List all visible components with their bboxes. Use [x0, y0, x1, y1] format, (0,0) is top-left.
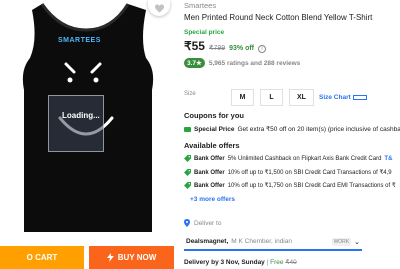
special-price-label: Special price [184, 29, 225, 36]
product-image-panel: SMARTEES Loading... [0, 0, 174, 242]
add-to-cart-label: O CART [26, 253, 58, 262]
deliver-to-row: Deliver to [184, 219, 221, 227]
coupons-heading: Coupons for you [184, 111, 244, 120]
deliver-to-label: Deliver to [194, 219, 222, 227]
brand-name[interactable]: Smartees [184, 1, 216, 10]
coupon-text: Get extra ₹50 off on 20 item(s) (price i… [237, 126, 400, 133]
discount: 93% off [229, 45, 255, 52]
size-option-l[interactable]: L [260, 89, 283, 106]
rating-count: 5,965 ratings and 288 reviews [208, 59, 301, 67]
offer-terms-link[interactable]: T& [384, 156, 392, 162]
coupon-tag-icon [184, 126, 191, 132]
location-pin-icon [184, 219, 190, 227]
size-option-m[interactable]: M [231, 89, 254, 106]
delivery-free: Free [270, 259, 284, 266]
offer-text: 10% off up to ₹1,750 on SBI Credit Card … [227, 183, 396, 189]
size-option-xl[interactable]: XL [289, 89, 314, 106]
ruler-icon [352, 95, 367, 100]
buy-now-button[interactable]: BUY NOW [89, 246, 174, 269]
info-icon[interactable]: i [258, 45, 267, 53]
coupon-title: Special Price [194, 125, 235, 133]
offer-row: Bank Offer 5% Unlimited Cashback on Flip… [184, 155, 400, 162]
rating-row[interactable]: 3.7★ 5,965 ratings and 288 reviews [184, 58, 300, 68]
address-text: M K Chember, indian [231, 238, 292, 245]
price-row: ₹55 ₹799 93% off i [184, 39, 267, 53]
delivery-charge-strike: ₹40 [285, 259, 297, 266]
size-chart-link[interactable]: Size Chart [319, 94, 367, 101]
address-type-badge: WORK [331, 237, 352, 246]
product-page: SMARTEES Loading... O CART BUY NOW Smart… [0, 0, 400, 269]
address-name: Dealsmagnet, [186, 238, 229, 245]
more-offers-link[interactable]: +3 more offers [190, 196, 235, 203]
offer-row: Bank Offer 10% off up to ₹1,750 on SBI C… [184, 182, 400, 189]
brand-print: SMARTEES [58, 37, 101, 44]
offer-text: 10% off up to ₹1,500 on SBI Credit Card … [227, 170, 392, 176]
offer-row: Bank Offer 10% off up to ₹1,500 on SBI C… [184, 169, 400, 176]
delivery-separator: | [266, 259, 269, 266]
size-label: Size [184, 91, 196, 97]
loading-overlay [48, 95, 104, 152]
mrp: ₹799 [208, 45, 226, 52]
product-title: Men Printed Round Neck Cotton Blend Yell… [184, 13, 373, 22]
offer-tag-icon [184, 169, 191, 176]
price: ₹55 [184, 39, 205, 53]
offers-heading: Available offers [184, 141, 240, 150]
chevron-down-icon: ⌄ [354, 238, 360, 246]
loading-text: Loading... [62, 111, 100, 120]
offer-title: Bank Offer [194, 169, 225, 176]
heart-icon [154, 3, 164, 13]
offer-text: 5% Unlimited Cashback on Flipkart Axis B… [227, 155, 382, 162]
address-selector[interactable]: Dealsmagnet, M K Chember, indian WORK ⌄ [184, 234, 362, 251]
delivery-date: Delivery by 3 Nov, Sunday [184, 259, 265, 266]
offer-tag-icon [184, 182, 191, 189]
rating-badge: 3.7★ [184, 58, 205, 68]
delivery-estimate: Delivery by 3 Nov, Sunday | Free ₹40 [184, 258, 297, 266]
size-chart-label: Size Chart [319, 94, 351, 101]
offer-title: Bank Offer [194, 155, 225, 162]
add-to-cart-button[interactable]: O CART [0, 246, 84, 269]
lightning-icon [106, 253, 114, 262]
offer-title: Bank Offer [194, 182, 225, 189]
product-details: Smartees Men Printed Round Neck Cotton B… [184, 0, 400, 269]
buy-now-label: BUY NOW [117, 253, 157, 262]
coupon-row: Special Price Get extra ₹50 off on 20 it… [184, 125, 400, 133]
offer-tag-icon [184, 155, 191, 162]
